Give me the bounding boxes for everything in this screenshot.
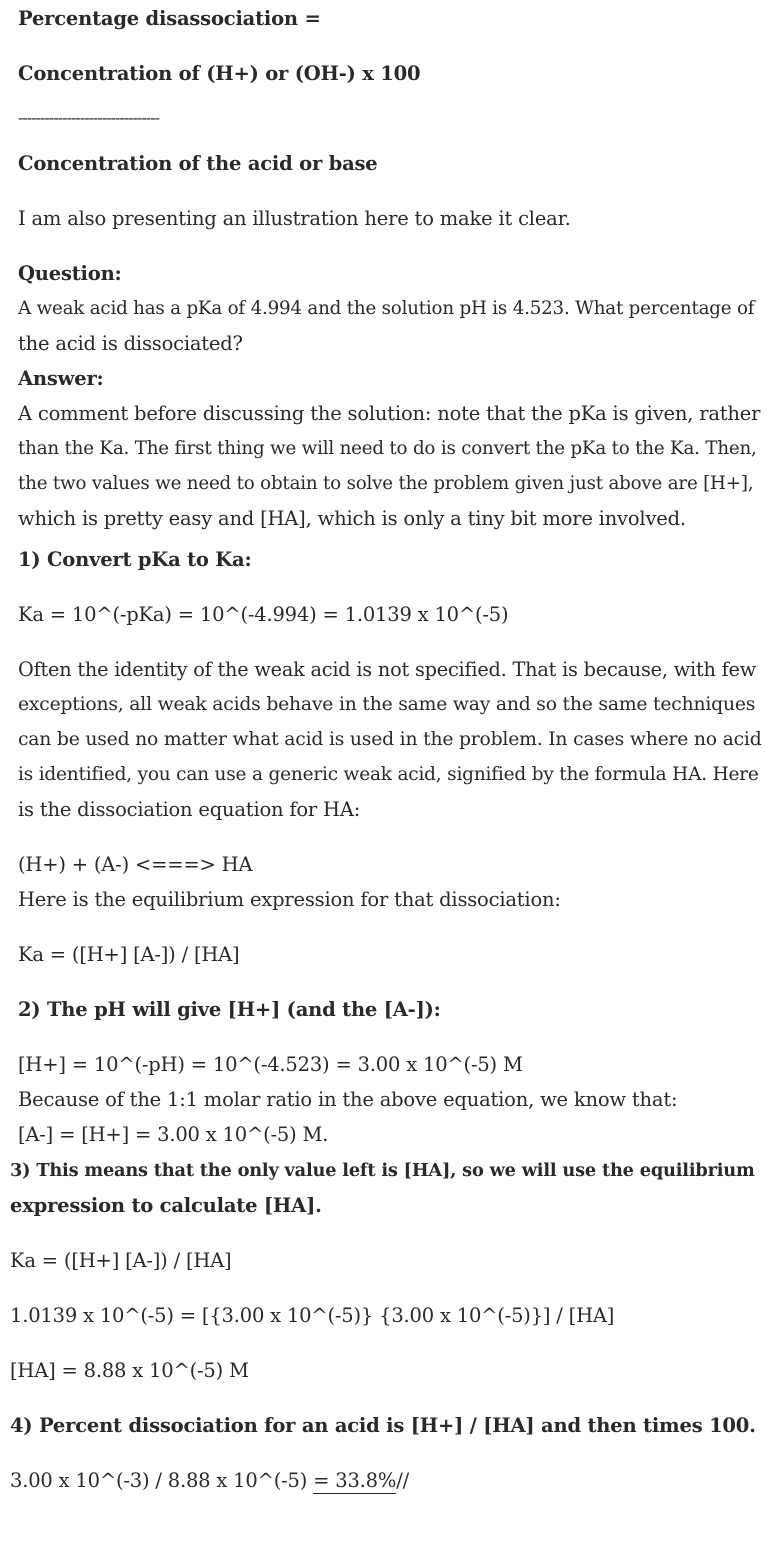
step3-expression: Ka = ([H+] [A-]) / [HA] [10, 1249, 232, 1272]
step4-heading: 4) Percent dissociation for an acid is [… [10, 1414, 756, 1437]
step4-calc-result: = 33.8% [313, 1469, 397, 1494]
step4-calc-suffix: // [396, 1469, 409, 1492]
step1-paragraph-line: is the dissociation equation for HA: [18, 798, 361, 821]
step3-ha-result: [HA] = 8.88 x 10^(-5) M [10, 1359, 249, 1382]
step1-ka-equation: Ka = 10^(-pKa) = 10^(-4.994) = 1.0139 x … [18, 603, 509, 626]
formula-denominator: Concentration of the acid or base [18, 152, 378, 175]
step1-paragraph-line: Often the identity of the weak acid is n… [18, 658, 756, 681]
step1-paragraph-line: is identified, you can use a generic wea… [18, 764, 759, 785]
step3-heading-line-1: 3) This means that the only value left i… [10, 1160, 755, 1181]
step1-paragraph-line: exceptions, all weak acids behave in the… [18, 694, 756, 715]
step2-h-concentration: [H+] = 10^(-pH) = 10^(-4.523) = 3.00 x 1… [18, 1053, 523, 1076]
step2-heading: 2) The pH will give [H+] (and the [A-]): [18, 998, 441, 1021]
step3-substitution: 1.0139 x 10^(-5) = [{3.00 x 10^(-5)} {3.… [10, 1304, 615, 1327]
dissociation-equation: (H+) + (A-) <===> HA [18, 853, 253, 876]
answer-text-line: which is pretty easy and [HA], which is … [18, 507, 686, 530]
question-text-line-1: A weak acid has a pKa of 4.994 and the s… [18, 298, 755, 319]
equilibrium-expression: Ka = ([H+] [A-]) / [HA] [18, 943, 240, 966]
step4-calculation: 3.00 x 10^(-3) / 8.88 x 10^(-5) = 33.8%/… [10, 1463, 409, 1498]
step4-calc-prefix: 3.00 x 10^(-3) / 8.88 x 10^(-5) [10, 1469, 314, 1492]
step3-heading-line-2: expression to calculate [HA]. [10, 1194, 322, 1217]
formula-numerator: Concentration of (H+) or (OH-) x 100 [18, 62, 421, 85]
answer-label: Answer: [18, 367, 104, 390]
answer-text-line: the two values we need to obtain to solv… [18, 473, 754, 494]
question-label: Question: [18, 262, 122, 285]
formula-title: Percentage disassociation = [18, 7, 321, 30]
formula-divider: -------------------------------- [18, 108, 160, 127]
step2-ratio-text: Because of the 1:1 molar ratio in the ab… [18, 1088, 678, 1111]
answer-text-line: than the Ka. The first thing we will nee… [18, 438, 757, 459]
step1-heading: 1) Convert pKa to Ka: [18, 548, 252, 571]
step2-a-concentration: [A-] = [H+] = 3.00 x 10^(-5) M. [18, 1123, 329, 1146]
answer-text-line: A comment before discussing the solution… [18, 402, 761, 425]
intro-text: I am also presenting an illustration her… [18, 207, 571, 230]
question-text-line-2: the acid is dissociated? [18, 332, 243, 355]
expression-intro: Here is the equilibrium expression for t… [18, 888, 561, 911]
step1-paragraph-line: can be used no matter what acid is used … [18, 729, 762, 750]
